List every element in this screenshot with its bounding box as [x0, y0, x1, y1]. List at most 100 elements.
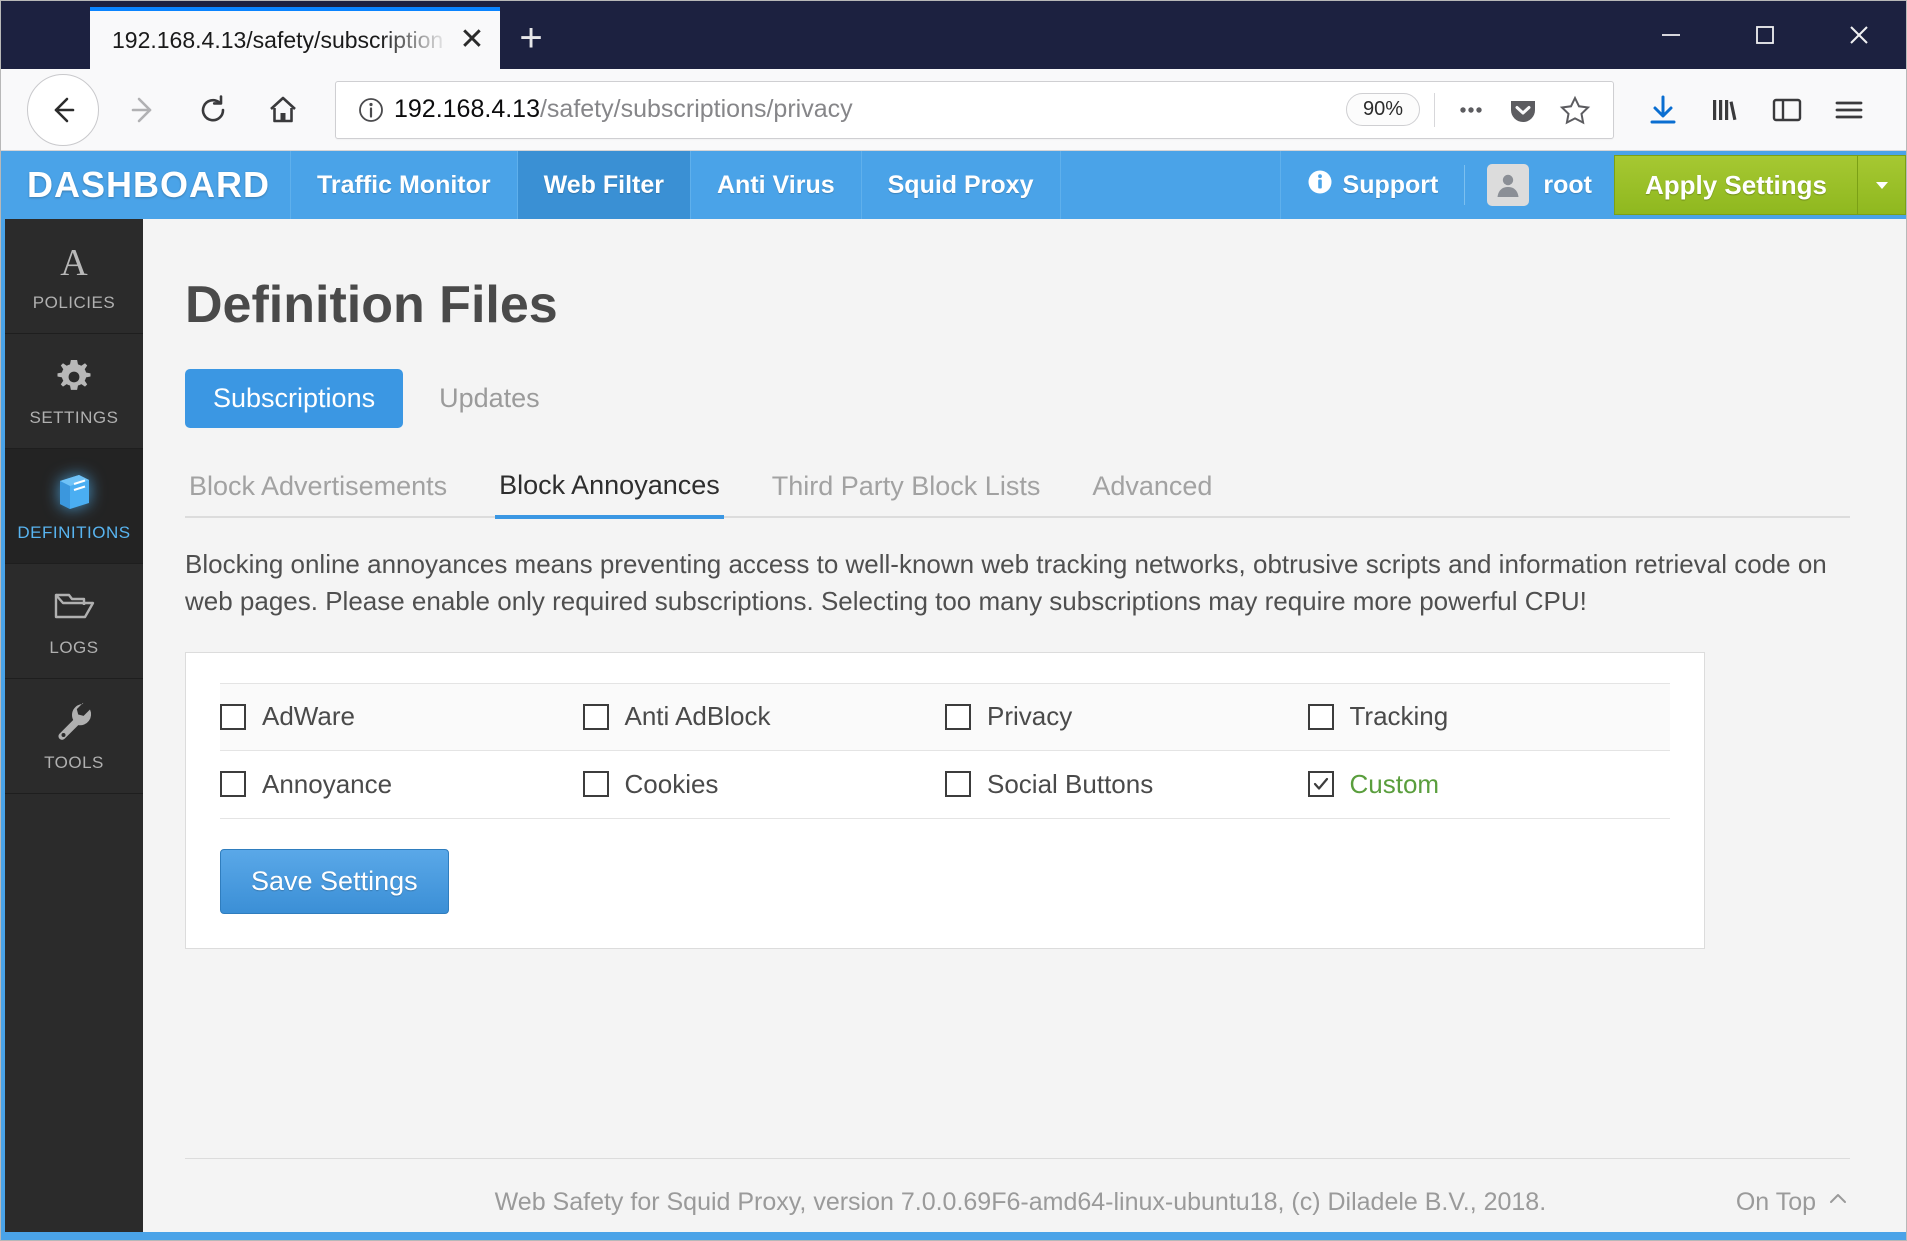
tab-updates[interactable]: Updates: [411, 369, 568, 428]
checkbox-box-social-buttons[interactable]: [945, 771, 971, 798]
checkbox-box-tracking[interactable]: [1307, 703, 1334, 730]
browser-titlebar: 192.168.4.13/safety/subscriptions/p ✕ +: [1, 1, 1906, 69]
user-label: root: [1543, 170, 1592, 199]
url-path: /safety/subscriptions/privacy: [539, 95, 853, 123]
maximize-icon[interactable]: [1718, 1, 1812, 69]
app-sidebar: A POLICIES SETTINGS DEFINITIONS LOGS TOO…: [5, 219, 143, 1240]
site-info-icon[interactable]: [348, 95, 394, 125]
zoom-level-badge[interactable]: 90%: [1345, 93, 1420, 126]
app-body: A POLICIES SETTINGS DEFINITIONS LOGS TOO…: [5, 219, 1906, 1240]
url-bar[interactable]: 192.168.4.13/safety/subscriptions/privac…: [335, 80, 1614, 139]
checkbox-anti-adblock[interactable]: Anti AdBlock: [582, 701, 946, 732]
book-icon: [51, 469, 97, 515]
window-controls: [1624, 1, 1906, 69]
subtab-block-annoyances[interactable]: Block Annoyances: [495, 464, 724, 519]
sidebar-item-definitions[interactable]: DEFINITIONS: [5, 449, 143, 564]
checkbox-row: Annoyance Cookies Social Buttons Custom: [220, 751, 1670, 819]
checkbox-box-cookies[interactable]: [582, 771, 609, 798]
subscription-checkbox-grid: AdWare Anti AdBlock Privacy Tracking Ann…: [220, 682, 1671, 819]
toolbar-right-icons: [1632, 79, 1880, 141]
checkbox-cookies[interactable]: Cookies: [582, 769, 946, 800]
minimize-icon[interactable]: [1624, 1, 1718, 69]
main-content: Definition Files Subscriptions Updates B…: [143, 219, 1906, 1240]
footer-text: Web Safety for Squid Proxy, version 7.0.…: [494, 1188, 1547, 1216]
home-icon[interactable]: [255, 82, 311, 138]
checkbox-box-custom[interactable]: [1307, 771, 1334, 798]
checkbox-box-annoyance[interactable]: [220, 771, 246, 798]
sidebar-toggle-icon[interactable]: [1756, 79, 1818, 141]
navitem-squid-proxy[interactable]: Squid Proxy: [862, 151, 1061, 219]
on-top-button[interactable]: On Top: [1736, 1187, 1850, 1218]
library-icon[interactable]: [1694, 79, 1756, 141]
downloads-icon[interactable]: [1632, 79, 1694, 141]
apply-settings-button[interactable]: Apply Settings: [1613, 155, 1858, 215]
bookmark-star-icon[interactable]: [1549, 84, 1601, 136]
url-text[interactable]: 192.168.4.13/safety/subscriptions/privac…: [394, 95, 1346, 124]
new-tab-icon[interactable]: +: [500, 7, 562, 69]
tab-subscriptions[interactable]: Subscriptions: [185, 369, 404, 428]
checkbox-row: AdWare Anti AdBlock Privacy Tracking: [220, 682, 1671, 751]
save-settings-button[interactable]: Save Settings: [220, 848, 449, 914]
close-window-icon[interactable]: [1812, 1, 1906, 69]
secondary-tabs: Block Advertisements Block Annoyances Th…: [185, 464, 1850, 519]
app-brand-dashboard[interactable]: DASHBOARD: [5, 151, 291, 219]
checkbox-box-adware[interactable]: [220, 703, 246, 730]
sidebar-label-definitions: DEFINITIONS: [17, 523, 131, 542]
checkbox-label-custom: Custom: [1349, 768, 1440, 799]
support-label: Support: [1342, 170, 1439, 199]
reload-icon[interactable]: [185, 82, 241, 138]
checkbox-label-social-buttons: Social Buttons: [987, 768, 1154, 799]
pocket-icon[interactable]: [1497, 84, 1549, 136]
on-top-label: On Top: [1735, 1188, 1816, 1216]
page-actions-icon[interactable]: [1445, 84, 1497, 136]
checkbox-box-privacy[interactable]: [945, 703, 971, 730]
wrench-icon: [52, 699, 96, 745]
navitem-traffic-monitor[interactable]: Traffic Monitor: [291, 151, 518, 219]
browser-window: 192.168.4.13/safety/subscriptions/p ✕ +: [0, 0, 1907, 1241]
forward-icon[interactable]: [115, 82, 171, 138]
subtab-advanced[interactable]: Advanced: [1088, 465, 1216, 516]
info-circle-icon: [1307, 169, 1333, 202]
chevron-up-icon: [1826, 1187, 1850, 1218]
sidebar-item-settings[interactable]: SETTINGS: [5, 334, 143, 449]
checkbox-label-annoyance: Annoyance: [262, 768, 393, 799]
sidebar-item-policies[interactable]: A POLICIES: [5, 219, 143, 334]
checkbox-privacy[interactable]: Privacy: [945, 701, 1308, 732]
folder-icon: [51, 584, 97, 630]
checkbox-adware[interactable]: AdWare: [220, 701, 583, 732]
support-link[interactable]: Support: [1281, 151, 1465, 219]
gear-icon: [53, 354, 95, 400]
app-navbar: DASHBOARD Traffic Monitor Web Filter Ant…: [5, 151, 1906, 219]
checkbox-label-anti-adblock: Anti AdBlock: [624, 701, 771, 732]
browser-tab[interactable]: 192.168.4.13/safety/subscriptions/p ✕: [90, 7, 500, 69]
sidebar-item-logs[interactable]: LOGS: [5, 564, 143, 679]
description-text: Blocking online annoyances means prevent…: [185, 549, 1827, 616]
hamburger-menu-icon[interactable]: [1818, 79, 1880, 141]
page-footer: Web Safety for Squid Proxy, version 7.0.…: [185, 1158, 1850, 1240]
checkbox-box-anti-adblock[interactable]: [582, 703, 609, 730]
close-tab-icon[interactable]: ✕: [444, 9, 500, 71]
navitem-anti-virus[interactable]: Anti Virus: [691, 151, 862, 219]
checkbox-annoyance[interactable]: Annoyance: [220, 769, 583, 800]
subtab-block-advertisements[interactable]: Block Advertisements: [185, 465, 451, 516]
apply-settings-dropdown-icon[interactable]: [1858, 155, 1906, 215]
sidebar-label-policies: POLICIES: [32, 293, 116, 312]
user-menu[interactable]: root: [1465, 151, 1614, 219]
sidebar-item-tools[interactable]: TOOLS: [5, 679, 143, 794]
navbar-spacer: [1061, 151, 1281, 219]
subtab-third-party-block-lists[interactable]: Third Party Block Lists: [768, 465, 1045, 516]
checkbox-custom[interactable]: Custom: [1307, 768, 1671, 800]
browser-tab-title: 192.168.4.13/safety/subscriptions/p: [112, 26, 444, 53]
url-host: 192.168.4.13: [394, 95, 540, 123]
letter-a-icon: A: [53, 239, 95, 285]
checkbox-label-tracking: Tracking: [1349, 701, 1449, 732]
checkbox-label-adware: AdWare: [262, 701, 355, 732]
web-page: DASHBOARD Traffic Monitor Web Filter Ant…: [1, 151, 1906, 1240]
checkbox-tracking[interactable]: Tracking: [1307, 701, 1671, 732]
subscriptions-panel: AdWare Anti AdBlock Privacy Tracking Ann…: [185, 651, 1705, 949]
back-icon[interactable]: [27, 73, 99, 146]
navitem-web-filter[interactable]: Web Filter: [517, 151, 691, 219]
checkbox-social-buttons[interactable]: Social Buttons: [945, 769, 1308, 800]
sidebar-label-settings: SETTINGS: [29, 408, 119, 427]
sidebar-filler: [5, 794, 143, 1240]
